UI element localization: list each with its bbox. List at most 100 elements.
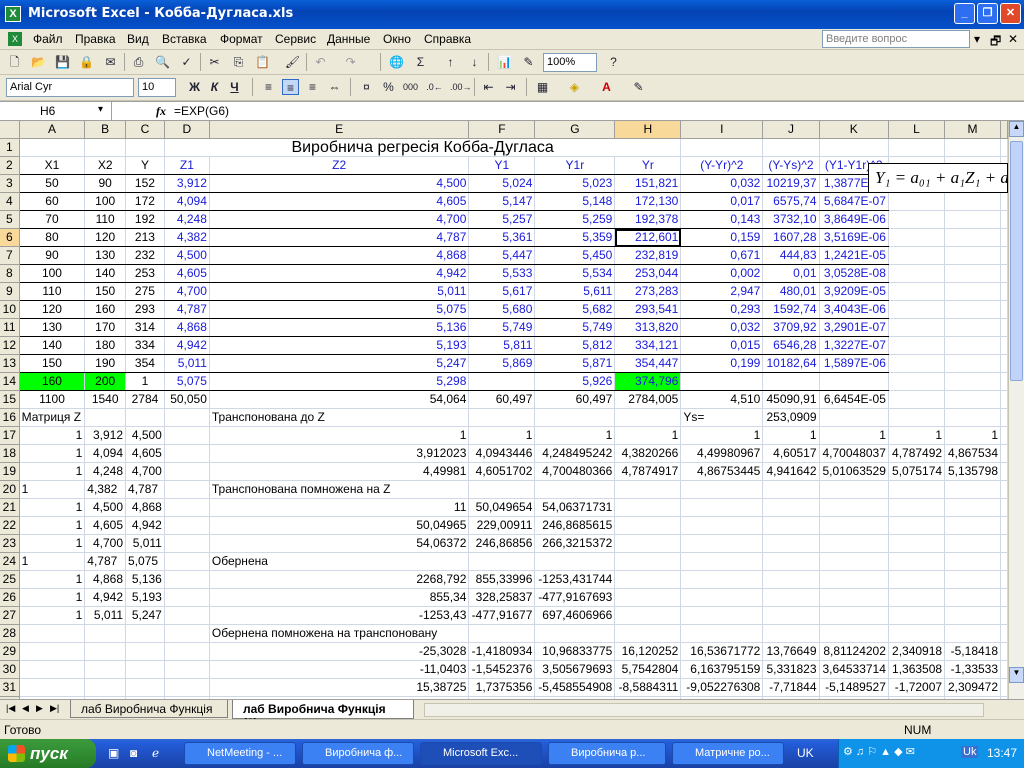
- cell-A5[interactable]: 70: [19, 210, 86, 229]
- cell-I17[interactable]: 1: [680, 426, 764, 445]
- cell-K18[interactable]: 4,70048037: [819, 444, 889, 463]
- cell-C30[interactable]: [125, 660, 165, 679]
- cell-J12[interactable]: 6546,28: [762, 336, 820, 355]
- cell-I15[interactable]: 4,510: [680, 390, 764, 409]
- ie-icon[interactable]: ℯ: [152, 746, 159, 760]
- cell-E7[interactable]: 4,868: [209, 246, 470, 265]
- cell-overflow[interactable]: [1000, 228, 1008, 247]
- cell-J27[interactable]: [762, 606, 820, 625]
- cell-C18[interactable]: 4,605: [125, 444, 165, 463]
- cell-E16[interactable]: Транспонована до Z: [209, 408, 470, 427]
- cell-K23[interactable]: [819, 534, 889, 553]
- cell-B28[interactable]: [84, 624, 127, 643]
- cell-F22[interactable]: 229,00911: [468, 516, 536, 535]
- cell-K22[interactable]: [819, 516, 889, 535]
- cell-I11[interactable]: 0,032: [680, 318, 764, 337]
- cell-F9[interactable]: 5,617: [468, 282, 536, 301]
- cell-M1[interactable]: [944, 138, 1002, 157]
- row-header[interactable]: 25: [0, 570, 20, 589]
- cell-overflow[interactable]: [1000, 480, 1008, 499]
- cell-A8[interactable]: 100: [19, 264, 86, 283]
- cell-H28[interactable]: [614, 624, 682, 643]
- cell-overflow[interactable]: [1000, 498, 1008, 517]
- row-header[interactable]: 20: [0, 480, 20, 499]
- decrease-indent-icon[interactable]: ⇤: [480, 79, 497, 95]
- cell-overflow[interactable]: [1000, 552, 1008, 571]
- cell-B4[interactable]: 100: [84, 192, 127, 211]
- cell-B13[interactable]: 190: [84, 354, 127, 373]
- cell-L18[interactable]: 4,787492: [888, 444, 946, 463]
- cell-A13[interactable]: 150: [19, 354, 86, 373]
- cell-J1[interactable]: [762, 138, 820, 157]
- cell-K14[interactable]: [819, 372, 889, 391]
- cell-overflow[interactable]: [1000, 606, 1008, 625]
- row-header[interactable]: 18: [0, 444, 20, 463]
- cell-E11[interactable]: 5,136: [209, 318, 470, 337]
- row-header[interactable]: 3: [0, 174, 20, 193]
- cell-overflow[interactable]: [1000, 642, 1008, 661]
- cell-B22[interactable]: 4,605: [84, 516, 127, 535]
- cell-A28[interactable]: [19, 624, 86, 643]
- cell-F11[interactable]: 5,749: [468, 318, 536, 337]
- cell-H13[interactable]: 354,447: [614, 354, 682, 373]
- undo-icon[interactable]: ↶: [312, 54, 329, 70]
- cell-M24[interactable]: [944, 552, 1002, 571]
- cell-J31[interactable]: -7,71844: [762, 678, 820, 697]
- cell-J9[interactable]: 480,01: [762, 282, 820, 301]
- cell-B6[interactable]: 120: [84, 228, 127, 247]
- cell-G29[interactable]: 10,96833775: [534, 642, 616, 661]
- scroll-down-icon[interactable]: ▼: [1009, 667, 1024, 683]
- cell-overflow[interactable]: [1000, 372, 1008, 391]
- cell-D2[interactable]: Z1: [164, 156, 210, 175]
- doc-close-icon[interactable]: ✕: [1008, 32, 1018, 46]
- cell-K8[interactable]: 3,0528E-08: [819, 264, 889, 283]
- cell-I23[interactable]: [680, 534, 764, 553]
- cell-M14[interactable]: [944, 372, 1002, 391]
- cell-D6[interactable]: 4,382: [164, 228, 210, 247]
- cell-D4[interactable]: 4,094: [164, 192, 210, 211]
- cell-A7[interactable]: 90: [19, 246, 86, 265]
- cell-L12[interactable]: [888, 336, 946, 355]
- cell-K31[interactable]: -5,1489527: [819, 678, 889, 697]
- cell-H26[interactable]: [614, 588, 682, 607]
- sort-descending-icon[interactable]: ↓: [466, 54, 483, 70]
- cell-D14[interactable]: 5,075: [164, 372, 210, 391]
- cell-L23[interactable]: [888, 534, 946, 553]
- cell-overflow[interactable]: [1000, 354, 1008, 373]
- task-netmeeting[interactable]: NetMeeting - ...: [184, 742, 296, 765]
- column-header-D[interactable]: D: [164, 121, 210, 139]
- cell-L27[interactable]: [888, 606, 946, 625]
- save-icon[interactable]: 💾: [54, 54, 71, 70]
- decrease-decimal-icon[interactable]: .00→: [450, 79, 472, 95]
- column-header-A[interactable]: A: [19, 121, 86, 139]
- cell-F3[interactable]: 5,024: [468, 174, 536, 193]
- row-header[interactable]: 15: [0, 390, 20, 409]
- cell-K19[interactable]: 5,01063529: [819, 462, 889, 481]
- cell-G9[interactable]: 5,611: [534, 282, 616, 301]
- column-header-N[interactable]: [1000, 121, 1008, 139]
- row-header[interactable]: 7: [0, 246, 20, 265]
- cell-J7[interactable]: 444,83: [762, 246, 820, 265]
- cell-A9[interactable]: 110: [19, 282, 86, 301]
- cell-J29[interactable]: 13,76649: [762, 642, 820, 661]
- cell-L8[interactable]: [888, 264, 946, 283]
- cell-A3[interactable]: 50: [19, 174, 86, 193]
- cell-D15[interactable]: 50,050: [164, 390, 210, 409]
- cell-D1[interactable]: Виробнича регресія Кобба-Дугласа: [164, 138, 682, 157]
- cell-L11[interactable]: [888, 318, 946, 337]
- cell-F16[interactable]: [468, 408, 536, 427]
- cell-E19[interactable]: 4,49981: [209, 462, 470, 481]
- cell-M10[interactable]: [944, 300, 1002, 319]
- cell-B15[interactable]: 1540: [84, 390, 127, 409]
- cell-H4[interactable]: 172,130: [614, 192, 682, 211]
- cell-H17[interactable]: 1: [614, 426, 682, 445]
- cell-E12[interactable]: 5,193: [209, 336, 470, 355]
- worksheet-grid[interactable]: A B C D E F G H I J K L M 1 Виробнича регресія Кобба-Д…: [0, 121, 1008, 699]
- sheet-tab-active[interactable]: лаб Виробнича Функція (3): [232, 700, 414, 730]
- cell-F30[interactable]: -1,5452376: [468, 660, 536, 679]
- cell-K13[interactable]: 1,5897E-06: [819, 354, 889, 373]
- cell-L25[interactable]: [888, 570, 946, 589]
- cell-I29[interactable]: 16,53671772: [680, 642, 764, 661]
- cell-E26[interactable]: 855,34: [209, 588, 470, 607]
- increase-decimal-icon[interactable]: .0←: [426, 79, 443, 95]
